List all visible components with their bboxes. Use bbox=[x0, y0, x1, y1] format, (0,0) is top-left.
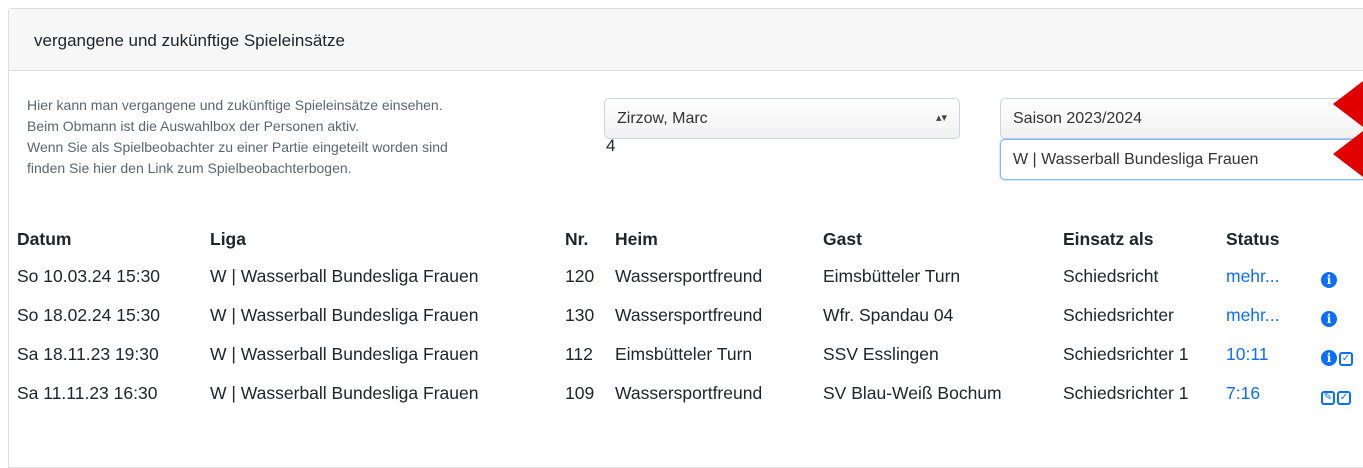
cell-datum: Sa 18.11.23 19:30 bbox=[17, 344, 159, 364]
status-link[interactable]: 10:11 bbox=[1226, 344, 1269, 364]
cell-datum: So 10.03.24 15:30 bbox=[17, 266, 161, 286]
status-link[interactable]: 7:16 bbox=[1226, 383, 1260, 403]
cell-nr: 120 bbox=[565, 266, 595, 286]
header-einsatz: Einsatz als bbox=[1063, 229, 1154, 249]
cell-heim: Eimsbütteler Turn bbox=[615, 344, 753, 364]
table-row: Sa 11.11.23 16:30 W | Wasserball Bundesl… bbox=[17, 383, 1355, 422]
assignment-count: 4 bbox=[606, 136, 616, 155]
cell-gast: Wfr. Spandau 04 bbox=[823, 305, 954, 325]
cell-einsatz: Schiedsricht bbox=[1063, 266, 1159, 286]
info-line: Hier kann man vergangene und zukünftige … bbox=[27, 97, 443, 113]
cell-einsatz: Schiedsrichter 1 bbox=[1063, 383, 1189, 403]
edit-icon[interactable]: ✎ bbox=[1321, 391, 1335, 405]
header-liga: Liga bbox=[210, 229, 246, 249]
cell-liga: W | Wasserball Bundesliga Frauen bbox=[210, 266, 479, 286]
season-select[interactable]: Saison 2023/2024 ▴▾ bbox=[1000, 98, 1363, 139]
check-square-icon[interactable]: ✓ bbox=[1339, 352, 1353, 366]
red-arrow-marker bbox=[1333, 78, 1363, 130]
info-circle-icon[interactable]: i bbox=[1321, 350, 1337, 366]
cell-heim: Wassersportfreund bbox=[615, 266, 763, 286]
cell-einsatz: Schiedsrichter 1 bbox=[1063, 344, 1189, 364]
cell-heim: Wassersportfreund bbox=[615, 305, 763, 325]
person-select-value: Zirzow, Marc bbox=[617, 110, 708, 127]
cell-einsatz: Schiedsrichter bbox=[1063, 305, 1174, 325]
card-header: vergangene und zukünftige Spieleinsätze bbox=[9, 9, 1363, 71]
cell-liga: W | Wasserball Bundesliga Frauen bbox=[210, 344, 479, 364]
table-header-row: Datum Liga Nr. Heim Gast Einsatz als Sta… bbox=[17, 229, 1355, 266]
league-select-value: W | Wasserball Bundesliga Frauen bbox=[1013, 151, 1259, 168]
season-select-value: Saison 2023/2024 bbox=[1013, 110, 1142, 127]
cell-nr: 109 bbox=[565, 383, 595, 403]
league-select[interactable]: W | Wasserball Bundesliga Frauen ▴▾ bbox=[1000, 139, 1363, 180]
status-link[interactable]: mehr... bbox=[1226, 305, 1280, 325]
status-link[interactable]: mehr... bbox=[1226, 266, 1280, 286]
info-circle-icon[interactable]: i bbox=[1321, 311, 1337, 327]
cell-gast: SSV Esslingen bbox=[823, 344, 939, 364]
header-nr: Nr. bbox=[565, 229, 589, 249]
select-arrows-icon: ▴▾ bbox=[935, 112, 947, 124]
header-actions bbox=[1321, 229, 1355, 266]
header-datum: Datum bbox=[17, 229, 72, 249]
table-row: So 18.02.24 15:30 W | Wasserball Bundesl… bbox=[17, 305, 1355, 344]
cell-nr: 130 bbox=[565, 305, 595, 325]
cell-gast: Eimsbütteler Turn bbox=[823, 266, 961, 286]
info-line: finden Sie hier den Link zum Spielbeobac… bbox=[27, 160, 352, 176]
card-title: vergangene und zukünftige Spieleinsätze bbox=[34, 31, 345, 50]
header-heim: Heim bbox=[615, 229, 658, 249]
check-square-icon[interactable]: ✓ bbox=[1337, 391, 1351, 405]
header-gast: Gast bbox=[823, 229, 862, 249]
info-text: Hier kann man vergangene und zukünftige … bbox=[27, 95, 587, 179]
cell-datum: So 18.02.24 15:30 bbox=[17, 305, 161, 325]
table-row: Sa 18.11.23 19:30 W | Wasserball Bundesl… bbox=[17, 344, 1355, 383]
info-line: Beim Obmann ist die Auswahlbox der Perso… bbox=[27, 118, 360, 134]
cell-nr: 112 bbox=[565, 344, 593, 364]
assignments-table: Datum Liga Nr. Heim Gast Einsatz als Sta… bbox=[17, 229, 1355, 422]
info-circle-icon[interactable]: i bbox=[1321, 272, 1337, 288]
cell-liga: W | Wasserball Bundesliga Frauen bbox=[210, 305, 479, 325]
cell-liga: W | Wasserball Bundesliga Frauen bbox=[210, 383, 479, 403]
cell-heim: Wassersportfreund bbox=[615, 383, 763, 403]
red-arrow-marker bbox=[1333, 128, 1363, 180]
cell-gast: SV Blau-Weiß Bochum bbox=[823, 383, 1002, 403]
table-row: So 10.03.24 15:30 W | Wasserball Bundesl… bbox=[17, 266, 1355, 305]
header-status: Status bbox=[1226, 229, 1280, 249]
info-line: Wenn Sie als Spielbeobachter zu einer Pa… bbox=[27, 139, 448, 155]
cell-datum: Sa 11.11.23 16:30 bbox=[17, 383, 158, 403]
person-select[interactable]: Zirzow, Marc ▴▾ bbox=[604, 98, 960, 139]
